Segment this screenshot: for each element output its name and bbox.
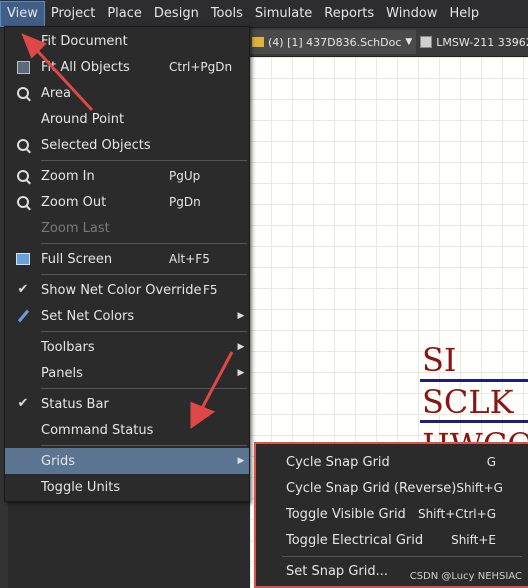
watermark: CSDN @Lucy NEHSIAC [409,571,522,582]
wire[interactable] [420,420,528,423]
full-screen-icon [16,253,30,265]
menu-design[interactable]: Design [148,2,205,26]
menu-project[interactable]: Project [45,2,101,26]
tab-label: (4) [1] 437D836.SchDoc [268,35,402,49]
menu-item-toolbars[interactable]: Toolbars ▶ [5,334,249,360]
menu-item-status-bar[interactable]: ✔ Status Bar [5,391,249,417]
menu-item-grids[interactable]: Grids ▶ [5,448,249,474]
document-tabs: (4) [1] 437D836.SchDoc ▼ LMSW-211 33962 … [248,28,528,57]
menu-separator [282,556,522,557]
menu-item-around-point[interactable]: Around Point [5,106,249,132]
area-zoom-icon [17,87,29,99]
menu-separator [41,160,247,161]
grids-submenu: Cycle Snap Grid G Cycle Snap Grid (Rever… [254,442,528,588]
menu-simulate[interactable]: Simulate [249,2,318,26]
submenu-item-cycle-snap-grid-reverse[interactable]: Cycle Snap Grid (Reverse) Shift+G [256,475,528,501]
submenu-arrow-icon: ▶ [237,311,245,321]
menu-item-fit-document[interactable]: Fit Document [5,28,249,54]
menu-item-set-net-colors[interactable]: Set Net Colors ▶ [5,303,249,329]
check-icon: ✔ [17,396,29,411]
menu-separator [41,274,247,275]
menu-tools[interactable]: Tools [205,2,249,26]
menu-item-panels[interactable]: Panels ▶ [5,360,249,386]
menu-item-zoom-in[interactable]: Zoom In PgUp [5,163,249,189]
menu-item-fit-all-objects[interactable]: Fit All Objects Ctrl+PgDn [5,54,249,80]
menu-bar: View Project Place Design Tools Simulate… [0,0,528,28]
menu-separator [41,331,247,332]
menu-separator [41,243,247,244]
submenu-item-toggle-electrical-grid[interactable]: Toggle Electrical Grid Shift+E [256,527,528,553]
net-label[interactable]: SCLK [422,386,514,418]
view-menu-dropdown: Fit Document Fit All Objects Ctrl+PgDn A… [4,26,250,502]
fit-all-icon [16,60,30,74]
check-icon: ✔ [17,282,29,297]
menu-place[interactable]: Place [101,2,148,26]
submenu-arrow-icon: ▶ [237,456,245,466]
menu-separator [41,445,247,446]
submenu-item-toggle-visible-grid[interactable]: Toggle Visible Grid Shift+Ctrl+G [256,501,528,527]
menu-help[interactable]: Help [443,2,485,26]
menu-item-zoom-last: Zoom Last [41,220,110,236]
menu-view[interactable]: View [0,0,45,27]
schematic-icon [420,36,433,48]
menu-item-show-net-color-override[interactable]: ✔ Show Net Color Override F5 [5,277,249,303]
menu-item-full-screen[interactable]: Full Screen Alt+F5 [5,246,249,272]
tab-lmsw[interactable]: LMSW-211 33962 F [416,30,528,54]
zoom-in-icon [17,170,29,182]
menu-item-area[interactable]: Area [5,80,249,106]
menu-reports[interactable]: Reports [318,2,380,26]
submenu-arrow-icon: ▶ [237,342,245,352]
selected-objects-icon [17,139,29,151]
zoom-out-icon [17,196,29,208]
menu-separator [41,388,247,389]
menu-item-zoom-out[interactable]: Zoom Out PgDn [5,189,249,215]
menu-item-selected-objects[interactable]: Selected Objects [5,132,249,158]
wire[interactable] [420,379,528,382]
tab-label: LMSW-211 33962 F [436,35,528,49]
menu-item-command-status[interactable]: Command Status [5,417,249,443]
chevron-down-icon[interactable]: ▼ [405,37,412,47]
tab-schdoc[interactable]: (4) [1] 437D836.SchDoc ▼ [248,30,417,54]
menu-item-toggle-units[interactable]: Toggle Units [5,474,249,500]
pen-icon [17,309,29,323]
folder-icon [252,37,264,47]
submenu-item-cycle-snap-grid[interactable]: Cycle Snap Grid G [256,449,528,475]
menu-window[interactable]: Window [380,2,443,26]
net-label[interactable]: SI [422,344,457,376]
submenu-arrow-icon: ▶ [237,368,245,378]
